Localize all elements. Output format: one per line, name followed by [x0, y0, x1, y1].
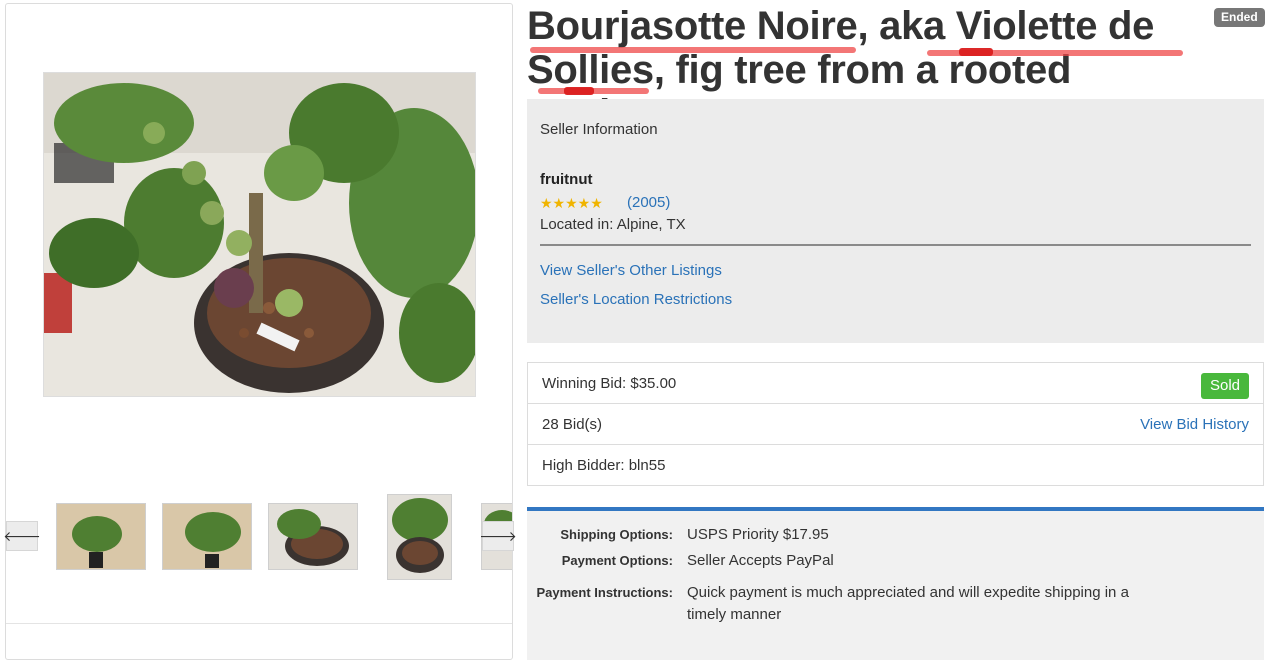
seller-heading: Seller Information: [540, 121, 658, 138]
gallery-next-button[interactable]: 🡒: [479, 521, 517, 551]
gallery-prev-button[interactable]: 🡐: [3, 521, 41, 551]
seller-location-restrictions-link[interactable]: Seller's Location Restrictions: [540, 291, 732, 308]
seller-information-panel: Seller Information fruitnut ★★★★★ (2005)…: [527, 99, 1264, 343]
sold-badge: Sold: [1200, 373, 1249, 399]
shipping-options-label: Shipping Options:: [560, 527, 673, 542]
star-rating-icon: ★★★★★: [540, 195, 603, 211]
payment-options-value: Seller Accepts PayPal: [687, 552, 834, 569]
fig-tree-photo: [44, 73, 475, 396]
payment-instructions-value: Quick payment is much appreciated and wi…: [687, 584, 1129, 623]
arrow-right-icon: 🡒: [479, 527, 517, 544]
high-bidder-label: High Bidder: bln55: [542, 457, 666, 474]
thumbnail-image: [388, 495, 451, 579]
payment-options-label: Payment Options:: [561, 553, 673, 568]
thumbnail-image: [269, 504, 357, 569]
bid-count-label: 28 Bid(s): [542, 416, 603, 433]
spellcheck-underline: [564, 87, 594, 95]
spellcheck-underline: [959, 48, 993, 56]
feedback-count-link[interactable]: (2005): [627, 194, 670, 211]
seller-other-listings-link[interactable]: View Seller's Other Listings: [540, 262, 722, 279]
gallery-footer-divider: [6, 623, 512, 624]
bid-count-row: 28 Bid(s) View Bid History: [528, 404, 1263, 445]
high-bidder-row: High Bidder: bln55: [528, 445, 1263, 486]
bid-summary-table: Winning Bid: $35.00 Sold 28 Bid(s) View …: [527, 362, 1264, 486]
winning-bid-row: Winning Bid: $35.00 Sold: [528, 363, 1263, 404]
winning-bid-label: Winning Bid: $35.00: [542, 375, 677, 392]
seller-name[interactable]: fruitnut: [540, 171, 592, 188]
status-badge: Ended: [1214, 8, 1265, 27]
photo-gallery: 🡐 🡒: [3, 3, 517, 660]
thumbnail-3[interactable]: [268, 503, 358, 570]
thumbnail-2[interactable]: [162, 503, 252, 570]
thumbnail-4-selected[interactable]: [387, 494, 452, 580]
arrow-left-icon: 🡐: [3, 527, 41, 544]
shipping-options-value: USPS Priority $17.95: [687, 526, 829, 543]
divider: [540, 244, 1251, 246]
spellcheck-underline: [530, 47, 856, 53]
main-product-photo[interactable]: [43, 72, 476, 397]
thumbnail-image: [57, 504, 145, 569]
thumbnail-1[interactable]: [56, 503, 146, 570]
payment-instructions-label: Payment Instructions:: [536, 585, 673, 600]
seller-location: Located in: Alpine, TX: [540, 216, 686, 233]
thumbnail-strip: [6, 492, 512, 588]
shipping-payment-panel: Shipping Options: USPS Priority $17.95 P…: [527, 507, 1264, 660]
thumbnail-image: [163, 504, 251, 569]
view-bid-history-link[interactable]: View Bid History: [1140, 416, 1249, 433]
